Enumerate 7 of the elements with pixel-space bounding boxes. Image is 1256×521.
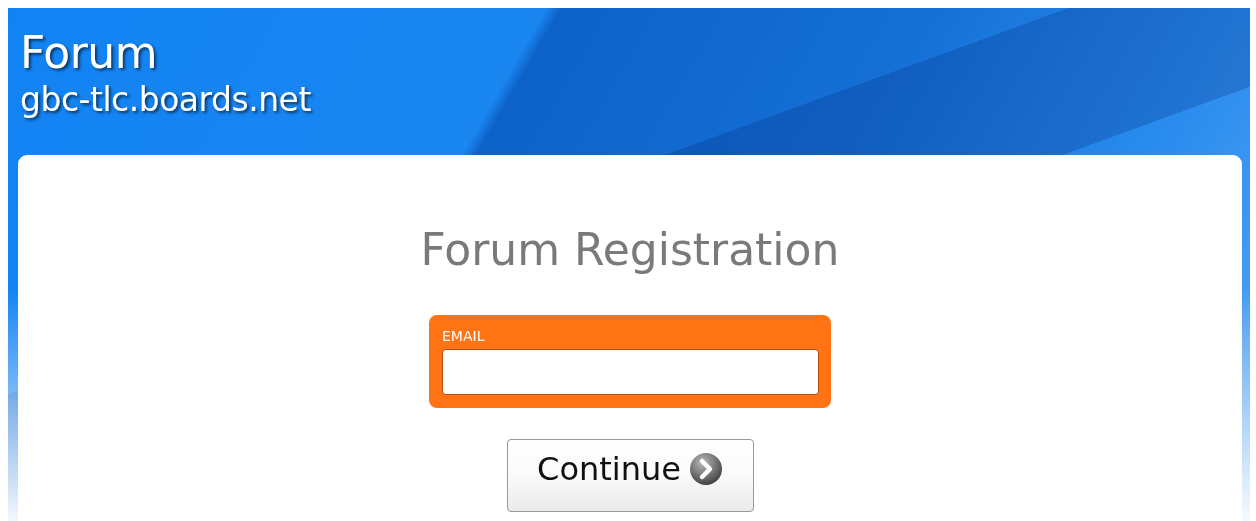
arrow-right-icon: [688, 451, 723, 486]
forum-title: Forum: [20, 28, 157, 78]
page-heading: Forum Registration: [420, 223, 840, 277]
continue-button[interactable]: Continue: [506, 439, 754, 512]
email-input[interactable]: [442, 349, 819, 395]
site-address: gbc-tlc.boards.net: [20, 79, 311, 121]
email-label: EMAIL: [442, 327, 485, 345]
